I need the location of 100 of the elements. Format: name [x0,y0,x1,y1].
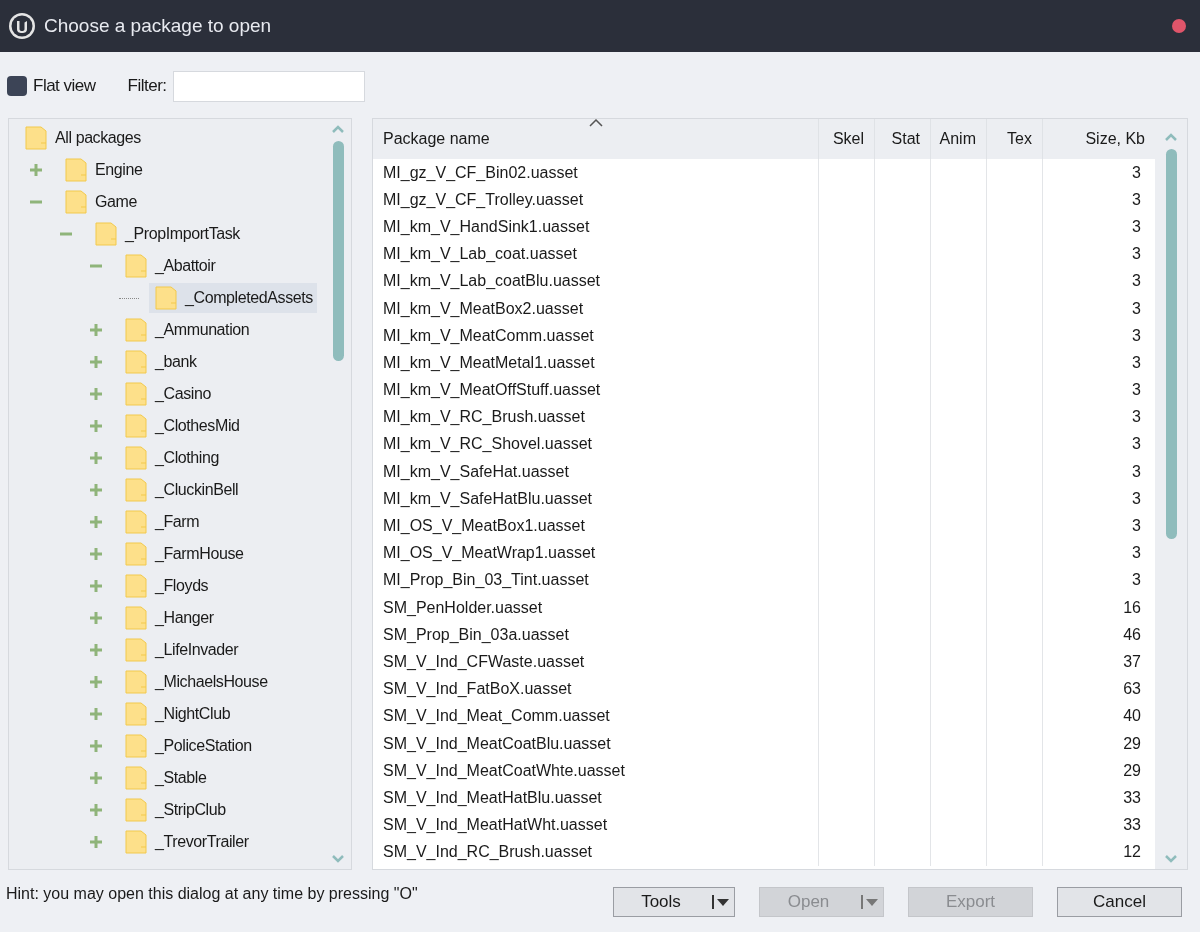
package-name-cell-text: MI_km_V_HandSink1.uasset [382,216,591,237]
folder-icon [155,286,177,310]
expand-icon[interactable] [89,579,103,593]
scroll-down-icon[interactable] [1165,855,1177,863]
tree-item[interactable]: _Floyds [119,571,213,601]
tree-item[interactable]: _Stable [119,763,211,793]
tree-item[interactable]: _Hanger [119,603,218,633]
folder-icon [125,670,147,694]
tree-item[interactable]: _Clothing [119,443,223,473]
expand-icon[interactable] [89,803,103,817]
tree-item[interactable]: _Abattoir [119,251,220,281]
folder-icon [125,542,147,566]
package-name-cell-text: SM_Prop_Bin_03a.uasset [382,624,570,645]
package-name-cell-text: SM_V_Ind_Meat_Comm.uasset [382,706,611,727]
tree-item[interactable]: _Ammunation [119,315,254,345]
folder-icon [125,350,147,374]
expand-icon[interactable] [89,675,103,689]
expand-icon[interactable] [29,163,43,177]
flat-view-checkbox[interactable] [7,76,27,96]
package-name-cell-text: SM_V_Ind_MeatHatWht.uasset [382,815,609,836]
folder-icon [125,606,147,630]
folder-icon [125,478,147,502]
column-header[interactable]: Anim [930,119,986,159]
scroll-down-icon[interactable] [332,855,344,863]
package-name-cell-text: MI_gz_V_CF_Trolley.uasset [382,189,585,210]
package-name-cell-text: SM_V_Ind_MeatCoatBlu.uasset [382,733,612,754]
expand-icon[interactable] [89,355,103,369]
collapse-icon[interactable] [89,264,103,268]
tree-item[interactable]: _NightClub [119,699,235,729]
expand-icon[interactable] [89,419,103,433]
folder-icon [125,318,147,342]
folder-icon [25,126,47,150]
scroll-up-icon[interactable] [1165,133,1177,141]
expand-icon[interactable] [89,547,103,561]
scrollbar-thumb[interactable] [332,141,344,361]
tree-item[interactable]: Engine [59,155,147,185]
sort-ascending-icon [589,119,603,127]
tree-item[interactable]: _bank [119,347,201,377]
scroll-up-icon[interactable] [332,125,344,133]
scrollbar-thumb[interactable] [1165,149,1177,539]
folder-icon [125,734,147,758]
tree-item[interactable]: _StripClub [119,795,230,825]
tree-item[interactable]: _LifeInvader [119,635,243,665]
tree-item[interactable]: _Casino [119,379,215,409]
package-name-cell-text: MI_km_V_MeatComm.uasset [382,325,595,346]
column-header[interactable]: Stat [874,119,930,159]
app-logo-icon [8,12,36,40]
folder-icon [125,574,147,598]
tree-item[interactable]: _ClothesMid [119,411,244,441]
package-name-cell-text: MI_OS_V_MeatBox1.uasset [382,516,586,537]
tree-item[interactable]: Game [59,187,141,217]
hint-text: Hint: you may open this dialog at any time by pressing "O" [6,884,419,904]
folder-icon [65,158,87,182]
folder-icon [125,798,147,822]
collapse-icon[interactable] [59,232,73,236]
package-name-cell-text: MI_gz_V_CF_Bin02.uasset [382,162,579,183]
expand-icon[interactable] [89,451,103,465]
expand-icon[interactable] [89,323,103,337]
tree-item[interactable]: _FarmHouse [119,539,248,569]
package-name-cell-text: MI_km_V_RC_Brush.uasset [382,407,586,428]
dropdown-caret-icon [861,894,879,910]
column-header[interactable]: Tex [986,119,1042,159]
tree-item[interactable]: _Farm [119,507,204,537]
column-header[interactable]: Package name [373,119,818,159]
package-name-cell-text: MI_km_V_MeatBox2.uasset [382,298,585,319]
expand-icon[interactable] [89,835,103,849]
package-name-cell-text: MI_km_V_SafeHat.uasset [382,461,570,482]
close-button[interactable] [1172,19,1186,33]
expand-icon[interactable] [89,643,103,657]
tree-item[interactable]: _PropImportTask [89,219,244,249]
dropdown-caret-icon [712,894,730,910]
tree-item[interactable]: _MichaelsHouse [119,667,272,697]
package-name-cell-text: MI_km_V_Lab_coatBlu.uasset [382,271,601,292]
tree-item[interactable]: _CluckinBell [119,475,243,505]
package-name-cell-text: MI_km_V_MeatOffStuff.uasset [382,380,602,401]
collapse-icon[interactable] [29,200,43,204]
dialog-button[interactable]: Cancel [1057,887,1182,917]
window-title: Choose a package to open [44,13,272,38]
tree-item[interactable]: _CompletedAssets [149,283,317,313]
column-header[interactable]: Skel [818,119,874,159]
expand-icon[interactable] [89,707,103,721]
tree-item[interactable]: _PoliceStation [119,731,256,761]
expand-icon[interactable] [89,771,103,785]
package-name-cell-text: SM_V_Ind_CFWaste.uasset [382,651,586,672]
expand-icon[interactable] [89,387,103,401]
tree-item[interactable]: All packages [19,123,145,153]
folder-icon [125,382,147,406]
folder-icon [125,446,147,470]
dialog-button[interactable]: Tools [613,887,735,917]
expand-icon[interactable] [89,611,103,625]
folder-icon [65,190,87,214]
expand-icon[interactable] [89,739,103,753]
folder-icon [125,254,147,278]
folder-icon [125,638,147,662]
expand-icon[interactable] [89,515,103,529]
folder-icon [125,766,147,790]
package-name-cell-text: MI_km_V_MeatMetal1.uasset [382,352,596,373]
filter-field[interactable] [172,70,365,102]
tree-item[interactable]: _TrevorTrailer [119,827,253,857]
expand-icon[interactable] [89,483,103,497]
